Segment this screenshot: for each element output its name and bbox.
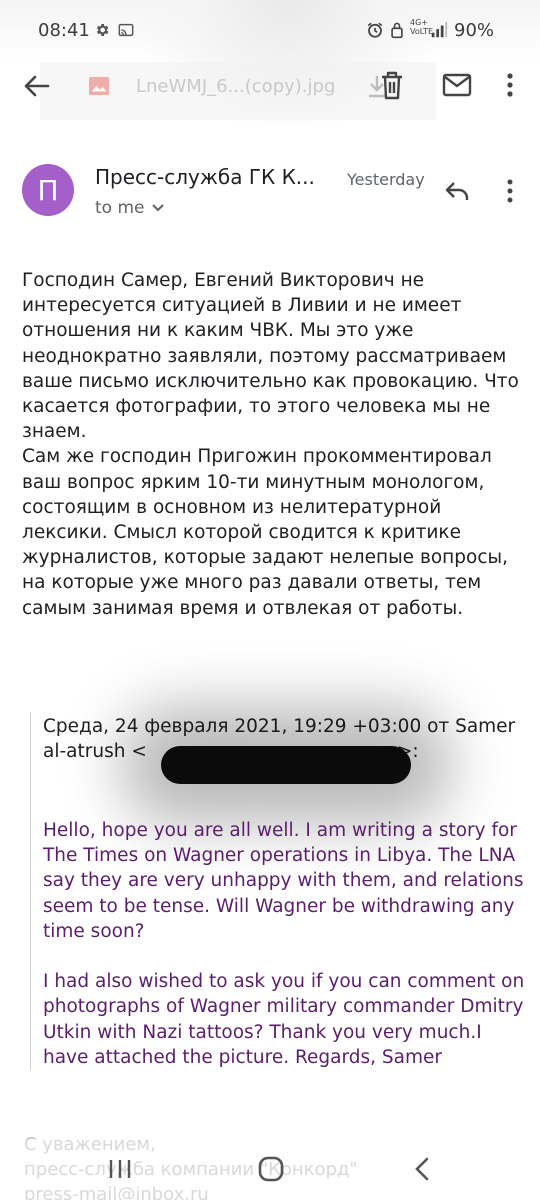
more-vert-icon[interactable] xyxy=(500,70,520,100)
recent-apps-icon[interactable] xyxy=(108,1158,132,1180)
recipient-label: to me xyxy=(95,198,145,218)
attachment-filename: LneWMJ_6...(copy).jpg xyxy=(136,76,336,97)
status-bar: 08:41 4G+ VoLTE 90% xyxy=(0,0,540,124)
signal-icon xyxy=(431,21,448,38)
quoted-message: Среда, 24 февраля 2021, 19:29 +03:00 от … xyxy=(30,712,530,1070)
chevron-down-icon xyxy=(151,204,164,212)
battery-level: 90% xyxy=(454,20,495,41)
alarm-icon xyxy=(367,22,383,38)
sender-name[interactable]: Пресс-служба ГК К... xyxy=(95,165,315,189)
gear-icon xyxy=(96,24,109,36)
mark-unread-icon[interactable] xyxy=(442,72,472,98)
back-arrow-icon[interactable] xyxy=(20,70,52,102)
sender-avatar[interactable]: П xyxy=(22,164,74,216)
email-body: Господин Самер, Евгений Викторович не ин… xyxy=(22,270,519,619)
reply-icon[interactable] xyxy=(444,180,470,202)
redacted-email-address xyxy=(161,746,411,784)
recipient-details[interactable]: to me xyxy=(95,198,165,218)
attachment-preview-bar[interactable]: LneWMJ_6...(copy).jpg xyxy=(40,62,436,120)
delete-icon[interactable] xyxy=(378,70,406,100)
cast-icon xyxy=(118,23,134,37)
nav-back-icon[interactable] xyxy=(414,1157,430,1181)
quoted-text: Hello, hope you are all well. I am writi… xyxy=(43,820,525,1068)
lock-icon xyxy=(391,22,403,39)
home-icon[interactable] xyxy=(258,1156,284,1182)
image-icon xyxy=(89,76,109,96)
status-time: 08:41 xyxy=(38,20,90,41)
system-navigation-bar xyxy=(0,1140,540,1200)
email-date: Yesterday xyxy=(347,170,425,189)
message-more-icon[interactable] xyxy=(502,178,518,204)
top-app-bar: LneWMJ_6...(copy).jpg xyxy=(0,62,540,120)
